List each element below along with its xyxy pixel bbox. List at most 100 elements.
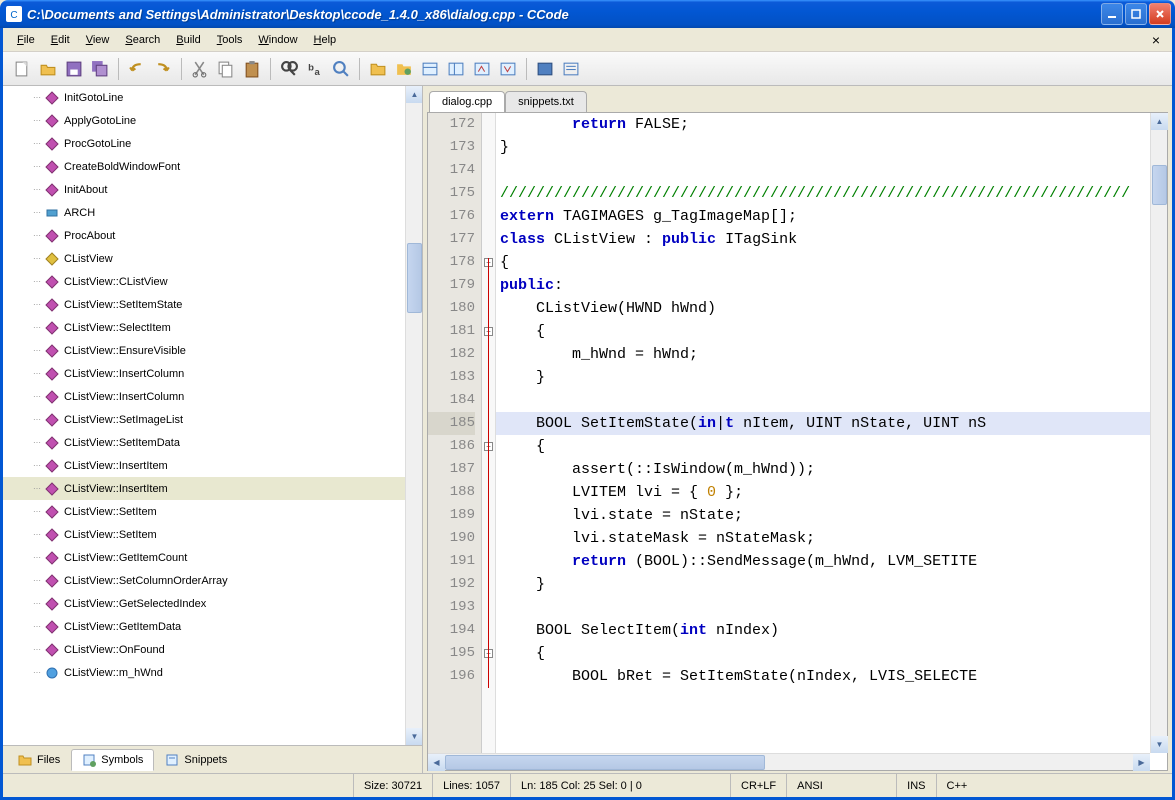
scroll-down-icon[interactable]: ▼: [406, 728, 422, 745]
open-icon[interactable]: [35, 56, 61, 82]
sidebar-tab-files[interactable]: Files: [7, 749, 71, 771]
code-line[interactable]: ////////////////////////////////////////…: [496, 182, 1167, 205]
menu-file[interactable]: File: [9, 32, 43, 48]
code-line[interactable]: lvi.state = nState;: [496, 504, 1167, 527]
redo-icon[interactable]: [150, 56, 176, 82]
symbol-item[interactable]: ⋯CreateBoldWindowFont: [3, 155, 422, 178]
menu-tools[interactable]: Tools: [209, 32, 251, 48]
menu-search[interactable]: Search: [117, 32, 168, 48]
symbol-item[interactable]: ⋯CListView::InsertItem: [3, 454, 422, 477]
code-line[interactable]: public:: [496, 274, 1167, 297]
symbol-item[interactable]: ⋯InitAbout: [3, 178, 422, 201]
code-line[interactable]: m_hWnd = hWnd;: [496, 343, 1167, 366]
menu-build[interactable]: Build: [168, 32, 208, 48]
minimize-button[interactable]: [1101, 3, 1123, 25]
save-all-icon[interactable]: [87, 56, 113, 82]
code-line[interactable]: [496, 389, 1167, 412]
symbol-item[interactable]: ⋯CListView::OnFound: [3, 638, 422, 661]
code-line[interactable]: }: [496, 366, 1167, 389]
scroll-left-icon[interactable]: ◀: [428, 754, 445, 771]
scroll-up-icon[interactable]: ▲: [406, 86, 422, 103]
code-line[interactable]: {: [496, 435, 1167, 458]
symbol-item[interactable]: ⋯CListView::GetItemData: [3, 615, 422, 638]
list2-icon[interactable]: [443, 56, 469, 82]
code-line[interactable]: {: [496, 642, 1167, 665]
code-line[interactable]: CListView(HWND hWnd): [496, 297, 1167, 320]
menu-help[interactable]: Help: [306, 32, 345, 48]
search-icon[interactable]: [328, 56, 354, 82]
menu-close-icon[interactable]: ×: [1146, 32, 1166, 48]
symbol-item[interactable]: ⋯ARCH: [3, 201, 422, 224]
symbol-item[interactable]: ⋯CListView: [3, 247, 422, 270]
list3-icon[interactable]: [469, 56, 495, 82]
sidebar-tab-symbols[interactable]: Symbols: [71, 749, 154, 771]
symbol-item[interactable]: ⋯CListView::CListView: [3, 270, 422, 293]
code-line[interactable]: {: [496, 251, 1167, 274]
panel2-icon[interactable]: [558, 56, 584, 82]
symbol-item[interactable]: ⋯CListView::SetColumnOrderArray: [3, 569, 422, 592]
editor-tab[interactable]: snippets.txt: [505, 91, 587, 112]
fold-column[interactable]: −−−−: [482, 113, 496, 770]
code-line[interactable]: BOOL bRet = SetItemState(nIndex, LVIS_SE…: [496, 665, 1167, 688]
close-button[interactable]: [1149, 3, 1171, 25]
scroll-thumb[interactable]: [407, 243, 422, 313]
save-icon[interactable]: [61, 56, 87, 82]
code-line[interactable]: lvi.stateMask = nStateMask;: [496, 527, 1167, 550]
paste-icon[interactable]: [239, 56, 265, 82]
symbol-item[interactable]: ⋯CListView::SelectItem: [3, 316, 422, 339]
code-line[interactable]: extern TAGIMAGES g_TagImageMap[];: [496, 205, 1167, 228]
menu-edit[interactable]: Edit: [43, 32, 78, 48]
code-line[interactable]: LVITEM lvi = { 0 };: [496, 481, 1167, 504]
symbol-item[interactable]: ⋯ApplyGotoLine: [3, 109, 422, 132]
scroll-right-icon[interactable]: ▶: [1133, 754, 1150, 771]
folder1-icon[interactable]: [365, 56, 391, 82]
code-line[interactable]: {: [496, 320, 1167, 343]
symbol-item[interactable]: ⋯InitGotoLine: [3, 86, 422, 109]
menu-window[interactable]: Window: [250, 32, 305, 48]
code-area[interactable]: return FALSE;} //////////////////////////…: [496, 113, 1167, 770]
scroll-down-icon[interactable]: ▼: [1151, 736, 1168, 753]
editor-body[interactable]: 1721731741751761771781791801811821831841…: [427, 112, 1168, 771]
code-line[interactable]: BOOL SelectItem(int nIndex): [496, 619, 1167, 642]
symbol-item[interactable]: ⋯CListView::InsertColumn: [3, 362, 422, 385]
scroll-thumb[interactable]: [1152, 165, 1167, 205]
folder2-icon[interactable]: [391, 56, 417, 82]
copy-icon[interactable]: [213, 56, 239, 82]
scroll-thumb[interactable]: [445, 755, 765, 770]
find-replace-icon[interactable]: ba: [302, 56, 328, 82]
editor-vscrollbar[interactable]: ▲ ▼: [1150, 113, 1167, 753]
symbol-item[interactable]: ⋯CListView::GetSelectedIndex: [3, 592, 422, 615]
sidebar-scrollbar[interactable]: ▲ ▼: [405, 86, 422, 745]
symbol-item[interactable]: ⋯ProcGotoLine: [3, 132, 422, 155]
new-file-icon[interactable]: [9, 56, 35, 82]
symbol-item[interactable]: ⋯CListView::SetItemState: [3, 293, 422, 316]
sidebar-tab-snippets[interactable]: Snippets: [154, 749, 238, 771]
list1-icon[interactable]: [417, 56, 443, 82]
symbol-item[interactable]: ⋯CListView::SetItem: [3, 500, 422, 523]
code-line[interactable]: }: [496, 573, 1167, 596]
code-line[interactable]: assert(::IsWindow(m_hWnd));: [496, 458, 1167, 481]
symbol-item[interactable]: ⋯ProcAbout: [3, 224, 422, 247]
maximize-button[interactable]: [1125, 3, 1147, 25]
code-line[interactable]: BOOL SetItemState(in|t nItem, UINT nStat…: [496, 412, 1167, 435]
find-icon[interactable]: [276, 56, 302, 82]
cut-icon[interactable]: [187, 56, 213, 82]
symbol-item[interactable]: ⋯CListView::GetItemCount: [3, 546, 422, 569]
code-line[interactable]: return FALSE;: [496, 113, 1167, 136]
symbol-item[interactable]: ⋯CListView::SetImageList: [3, 408, 422, 431]
symbol-item[interactable]: ⋯CListView::m_hWnd: [3, 661, 422, 684]
symbol-item[interactable]: ⋯CListView::InsertColumn: [3, 385, 422, 408]
symbol-item[interactable]: ⋯CListView::InsertItem: [3, 477, 422, 500]
symbol-list[interactable]: ▲ ▼ ⋯InitGotoLine⋯ApplyGotoLine⋯ProcGoto…: [3, 86, 422, 745]
code-line[interactable]: }: [496, 136, 1167, 159]
code-line[interactable]: [496, 159, 1167, 182]
code-line[interactable]: class CListView : public ITagSink: [496, 228, 1167, 251]
undo-icon[interactable]: [124, 56, 150, 82]
symbol-item[interactable]: ⋯CListView::SetItem: [3, 523, 422, 546]
panel1-icon[interactable]: [532, 56, 558, 82]
editor-hscrollbar[interactable]: ◀ ▶: [428, 753, 1150, 770]
code-line[interactable]: return (BOOL)::SendMessage(m_hWnd, LVM_S…: [496, 550, 1167, 573]
symbol-item[interactable]: ⋯CListView::SetItemData: [3, 431, 422, 454]
code-line[interactable]: [496, 596, 1167, 619]
list4-icon[interactable]: [495, 56, 521, 82]
